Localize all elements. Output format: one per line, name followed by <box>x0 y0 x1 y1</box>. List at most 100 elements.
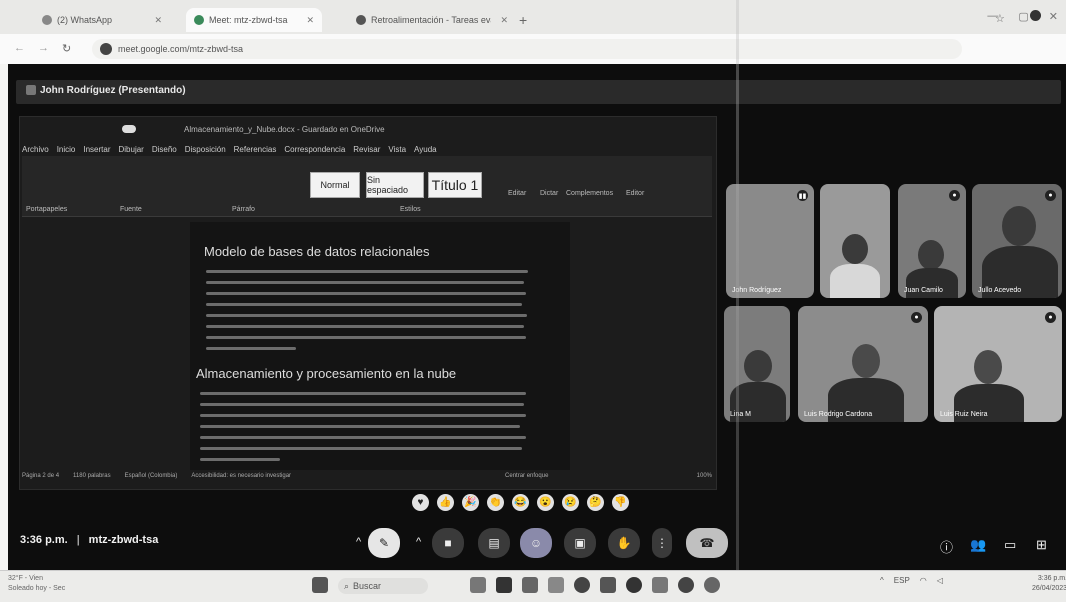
menu-item[interactable]: Diseño <box>152 145 177 154</box>
info-icon[interactable]: ⓘ <box>940 537 953 556</box>
participant-tile[interactable]: ● Luis Ruiz Neira <box>934 306 1062 422</box>
extension-icon[interactable] <box>1030 10 1041 21</box>
menu-item[interactable]: Dibujar <box>119 145 144 154</box>
url-text: meet.google.com/mtz-zbwd-tsa <box>118 44 244 54</box>
url-field[interactable]: meet.google.com/mtz-zbwd-tsa <box>92 39 962 59</box>
menu-item[interactable]: Ayuda <box>414 145 437 154</box>
app-icon[interactable] <box>548 577 564 593</box>
maximize-button[interactable]: ▢ <box>1018 10 1028 23</box>
style-heading1[interactable]: Título 1 <box>428 172 482 198</box>
reaction-heart-button[interactable]: ♥ <box>412 494 429 511</box>
present-button[interactable]: ▣ <box>564 528 596 558</box>
tab-meet[interactable]: Meet: mtz-zbwd-tsa ✕ <box>186 8 322 32</box>
lang-indicator[interactable]: ESP <box>894 576 910 585</box>
participant-head <box>744 350 772 382</box>
menu-item[interactable]: Referencias <box>234 145 277 154</box>
participant-name: Juan Camilo <box>904 287 943 294</box>
close-icon[interactable]: ✕ <box>154 15 162 26</box>
app-icon[interactable] <box>704 577 720 593</box>
reaction-party-button[interactable]: 🎉 <box>462 494 479 511</box>
reload-icon[interactable]: ↻ <box>62 42 71 55</box>
weather-widget[interactable]: 32°F - Vien Soleado hoy - Sec <box>8 574 65 594</box>
app-icon[interactable] <box>522 577 538 593</box>
participant-tile[interactable] <box>820 184 890 298</box>
forward-icon[interactable]: → <box>38 42 49 54</box>
menu-item[interactable]: Revisar <box>353 145 380 154</box>
app-icon[interactable] <box>652 577 668 593</box>
reactions-button[interactable]: ☺ <box>520 528 552 558</box>
activities-icon[interactable]: ⊞ <box>1036 537 1047 553</box>
status-zoom[interactable]: 100% <box>697 473 712 479</box>
chevron-up-icon[interactable]: ^ <box>880 576 884 585</box>
menu-item[interactable]: Inicio <box>57 145 76 154</box>
clock-time: 3:36 p.m. <box>1037 575 1066 582</box>
participant-tile[interactable]: ● Juan Camilo <box>898 184 966 298</box>
tab-retroalimentacion[interactable]: Retroalimentación - Tareas evaluativas ✕ <box>348 8 516 32</box>
ribbon-button[interactable]: Dictar <box>540 190 558 197</box>
bookmark-star-icon[interactable]: ☆ <box>995 12 1005 25</box>
people-icon[interactable]: 👥 <box>970 537 986 553</box>
site-info-icon[interactable] <box>100 43 112 55</box>
style-no-spacing[interactable]: Sin espaciado <box>366 172 424 198</box>
more-options-button[interactable]: ⋮ <box>652 528 672 558</box>
autosave-toggle[interactable] <box>122 125 136 133</box>
chrome-icon[interactable] <box>678 577 694 593</box>
close-window-button[interactable]: ✕ <box>1049 10 1058 23</box>
menu-item[interactable]: Disposición <box>185 145 226 154</box>
mic-off-icon: ● <box>949 190 960 201</box>
app-icon[interactable] <box>600 577 616 593</box>
reaction-thinking-button[interactable]: 🤔 <box>587 494 604 511</box>
menu-item[interactable]: Correspondencia <box>284 145 345 154</box>
doc-text-line <box>206 270 528 273</box>
mic-off-icon: ● <box>1045 312 1056 323</box>
present-screen-icon <box>26 85 36 95</box>
participant-tile[interactable]: Lina M <box>724 306 790 422</box>
raise-hand-button[interactable]: ✋ <box>608 528 640 558</box>
edge-icon[interactable] <box>574 577 590 593</box>
reaction-thumbs-up-button[interactable]: 👍 <box>437 494 454 511</box>
reaction-thumbs-down-button[interactable]: 👎 <box>612 494 629 511</box>
chat-icon[interactable]: ▭ <box>1004 537 1016 553</box>
doc-text-line <box>206 292 526 295</box>
participant-tile[interactable]: ● Jullo Acevedo <box>972 184 1062 298</box>
reaction-surprised-button[interactable]: 😮 <box>537 494 554 511</box>
reaction-sad-button[interactable]: 😢 <box>562 494 579 511</box>
tab-whatsapp[interactable]: (2) WhatsApp ✕ <box>34 8 170 32</box>
ribbon-button[interactable]: Editor <box>626 190 644 197</box>
volume-icon[interactable]: ◁ <box>937 576 943 585</box>
taskbar-clock[interactable]: 3:36 p.m. 26/04/2023 <box>1032 574 1066 594</box>
start-icon[interactable] <box>312 577 328 593</box>
close-icon[interactable]: ✕ <box>500 15 508 26</box>
menu-item[interactable]: Archivo <box>22 145 49 154</box>
menu-item[interactable]: Vista <box>388 145 406 154</box>
camera-button[interactable]: ■ <box>432 528 464 558</box>
document-page[interactable] <box>190 222 570 470</box>
participant-head <box>852 344 880 378</box>
menu-item[interactable]: Insertar <box>83 145 110 154</box>
captions-button[interactable]: ▤ <box>478 528 510 558</box>
file-explorer-icon[interactable] <box>496 577 512 593</box>
taskbar-search[interactable]: ⌕ Buscar <box>338 578 428 594</box>
new-tab-button[interactable]: + <box>519 12 527 28</box>
app-icon[interactable] <box>626 577 642 593</box>
participant-name: Luis Ruiz Neira <box>940 411 988 418</box>
close-icon[interactable]: ✕ <box>306 15 314 26</box>
participant-tile[interactable]: ▮▮ John Rodríguez <box>726 184 814 298</box>
chevron-up-icon[interactable]: ^ <box>356 536 361 548</box>
ribbon-button[interactable]: Complementos <box>566 190 613 197</box>
participant-tile[interactable]: ● Luis Rodrigo Cardona <box>798 306 928 422</box>
mic-off-icon: ● <box>1045 190 1056 201</box>
back-icon[interactable]: ← <box>14 42 25 54</box>
chevron-up-icon[interactable]: ^ <box>416 536 421 548</box>
task-view-icon[interactable] <box>470 577 486 593</box>
status-words: 1180 palabras <box>73 473 111 479</box>
meet-icon <box>194 15 204 25</box>
wifi-icon[interactable]: ◠ <box>920 576 927 585</box>
style-normal[interactable]: Normal <box>310 172 360 198</box>
reaction-clap-button[interactable]: 👏 <box>487 494 504 511</box>
mic-off-button[interactable]: ✎ <box>368 528 400 558</box>
ribbon-button[interactable]: Editar <box>508 190 526 197</box>
status-focus[interactable]: Centrar enfoque <box>505 473 548 479</box>
leave-call-button[interactable]: ☎ <box>686 528 728 558</box>
reaction-laugh-button[interactable]: 😂 <box>512 494 529 511</box>
